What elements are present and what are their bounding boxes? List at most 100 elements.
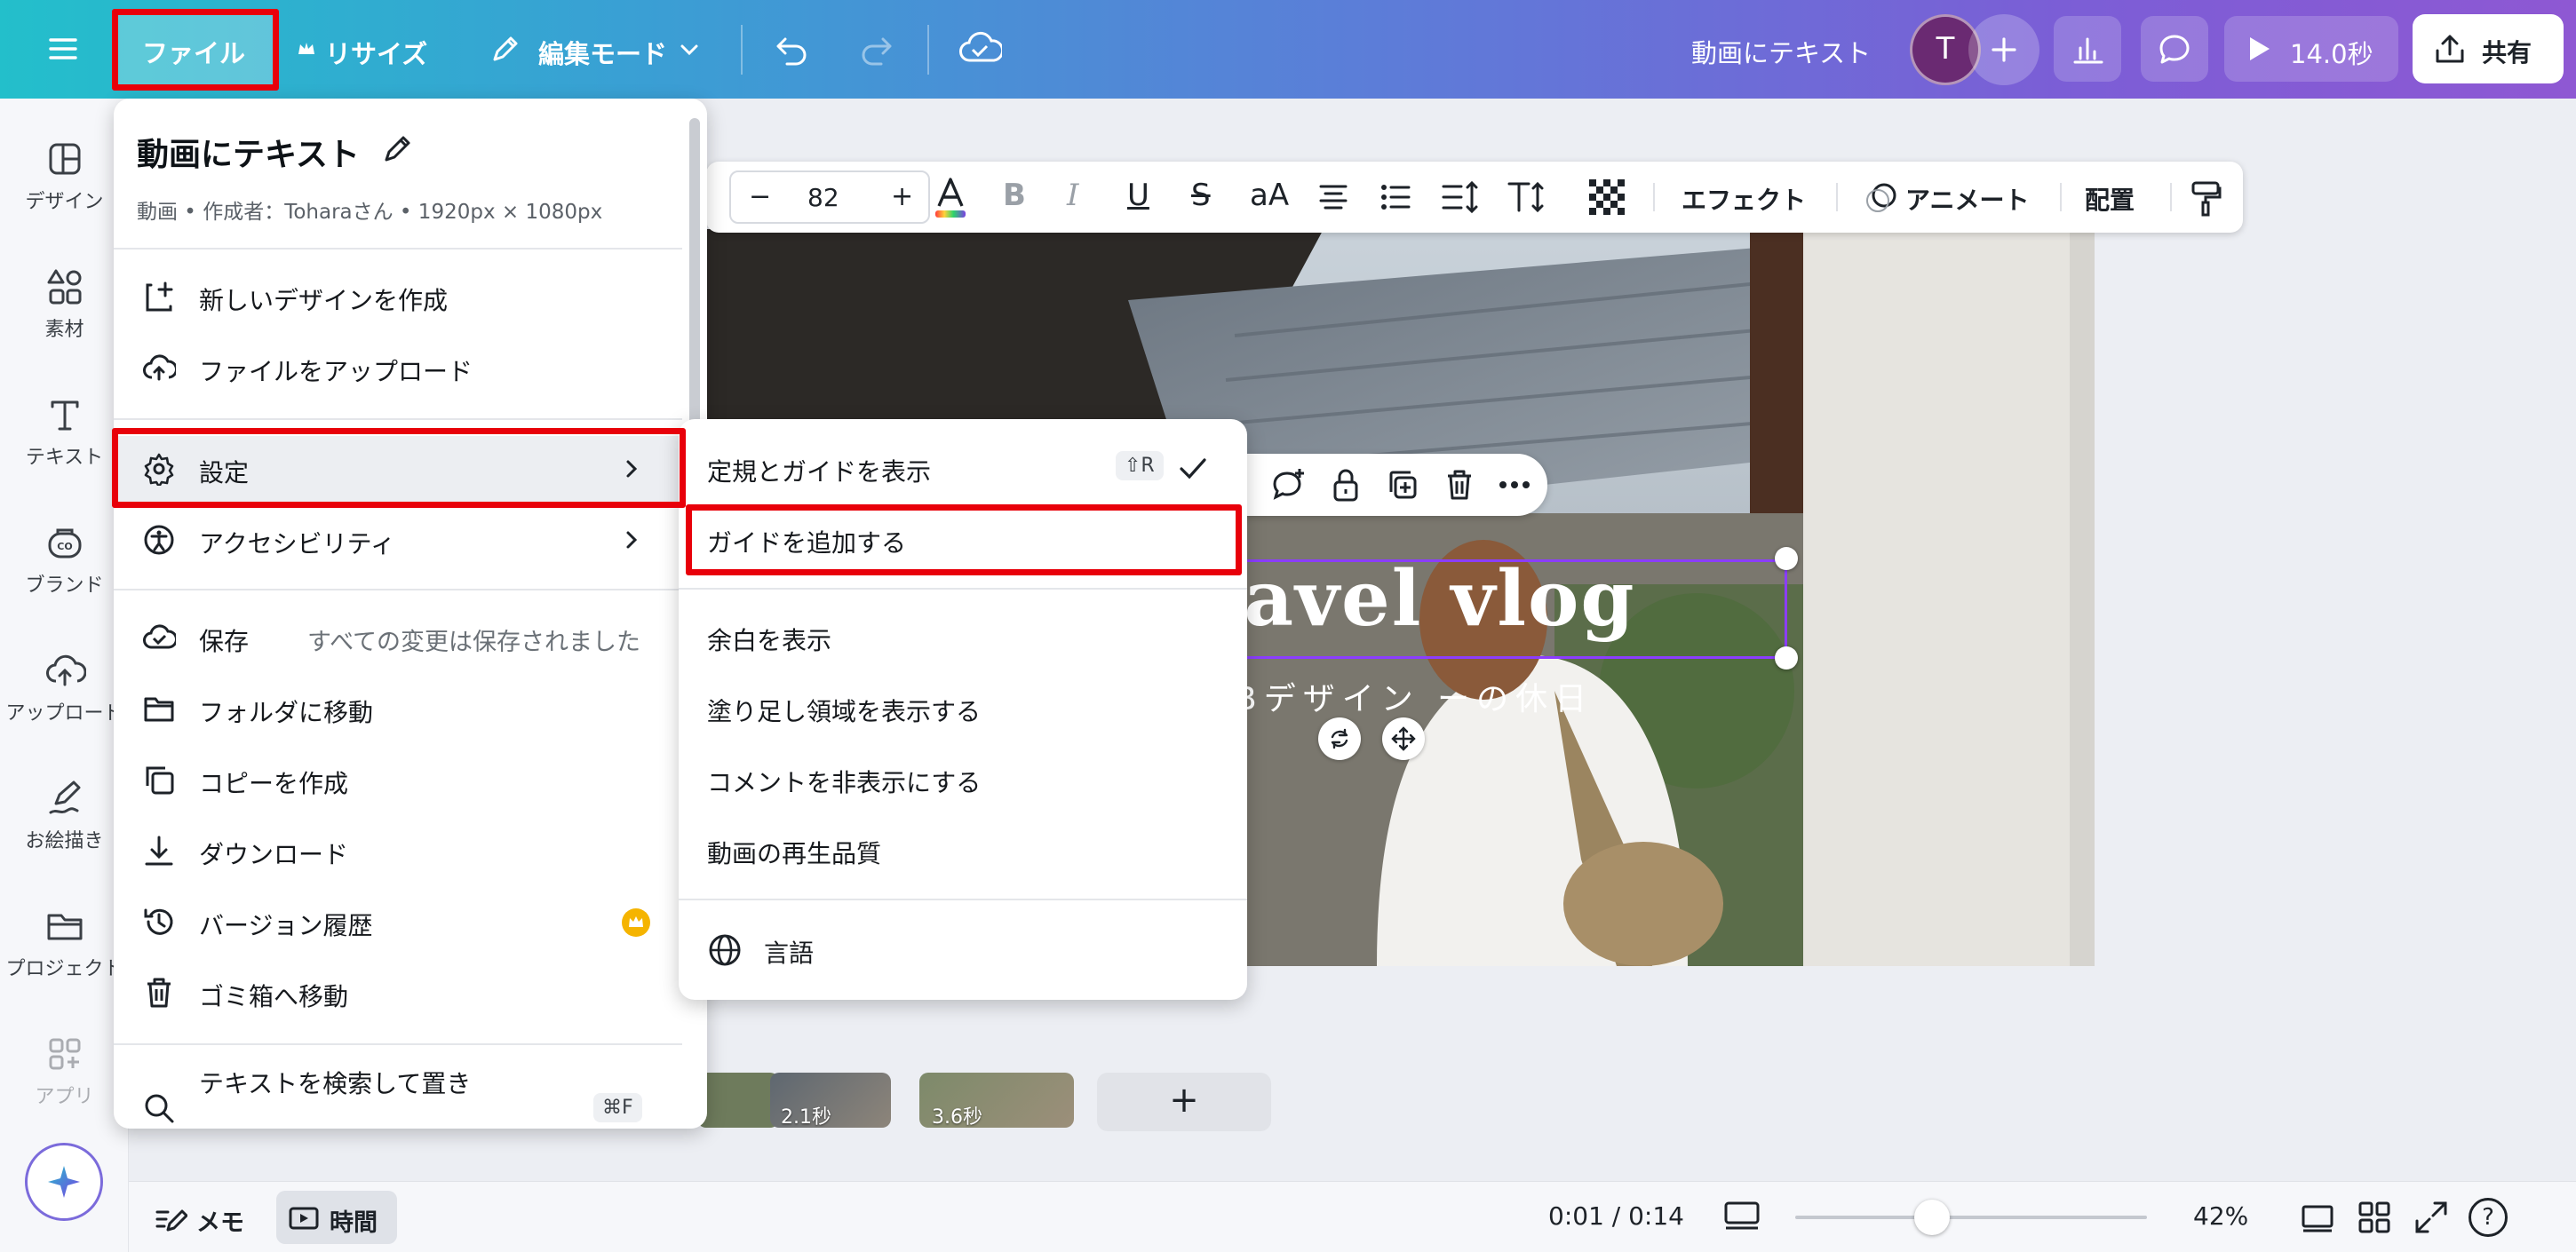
text-color-button[interactable] (928, 174, 973, 220)
rail-item-brand[interactable]: CO ブランド (0, 521, 129, 598)
trash-icon[interactable] (1441, 466, 1478, 503)
duplicate-icon[interactable] (1384, 466, 1421, 503)
menu-title: 動画にテキスト (137, 137, 360, 173)
menu-item-save[interactable]: 保存 すべての変更は保存されました (114, 605, 682, 670)
animate-button[interactable]: アニメート (1859, 170, 2046, 224)
font-size-increase-button[interactable]: + (891, 181, 913, 212)
rail-item-design[interactable]: デザイン (0, 138, 129, 214)
more-options-icon[interactable] (1496, 466, 1533, 503)
font-size-input[interactable]: 82 (807, 183, 839, 212)
rail-item-text[interactable]: テキスト (0, 393, 129, 470)
font-size-decrease-button[interactable]: − (749, 181, 771, 212)
share-button[interactable]: 共有 (2413, 14, 2564, 83)
magic-ai-button[interactable] (25, 1143, 103, 1221)
menu-item-label: テキストを検索して置き (199, 1069, 472, 1098)
rotate-handle[interactable] (1318, 717, 1361, 760)
submenu-item-language[interactable]: 言語 (679, 916, 1247, 982)
strikethrough-button[interactable]: S (1191, 178, 1211, 213)
menu-item-trash[interactable]: ゴミ箱へ移動 (114, 960, 682, 1026)
menu-item-new-design[interactable]: 新しいデザインを作成 (114, 264, 682, 329)
move-handle[interactable] (1382, 717, 1425, 760)
copy-style-icon[interactable] (2188, 179, 2223, 217)
align-center-icon[interactable] (1316, 179, 1351, 215)
folder-icon (44, 905, 86, 947)
submenu-item-show-bleed[interactable]: 塗り足し領域を表示する (679, 675, 1247, 741)
underline-button[interactable]: U (1127, 178, 1149, 213)
grid-view-icon[interactable] (2355, 1198, 2394, 1237)
menu-item-download[interactable]: ダウンロード (114, 818, 682, 884)
resize-handle[interactable] (1775, 547, 1798, 570)
pages-view-icon[interactable] (2298, 1198, 2337, 1237)
notes-pencil-icon (154, 1201, 187, 1235)
resize-button[interactable]: リサイズ (291, 16, 433, 82)
edit-mode-label: 編集モード (538, 39, 668, 69)
rename-pencil-icon[interactable] (380, 131, 416, 166)
edit-mode-button[interactable]: 編集モード (480, 16, 720, 82)
menu-item-upload-file[interactable]: ファイルをアップロード (114, 335, 682, 400)
timing-button[interactable]: 時間 (276, 1191, 397, 1244)
video-subheading-text[interactable]: Bデザイン ーの休日 (1235, 673, 1594, 719)
zoom-percentage[interactable]: 42% (2193, 1201, 2248, 1231)
menu-item-version-history[interactable]: バージョン履歴 (114, 889, 682, 955)
menu-item-move-folder[interactable]: フォルダに移動 (114, 676, 682, 741)
submenu-item-show-margins[interactable]: 余白を表示 (679, 604, 1247, 670)
resize-handle[interactable] (1775, 646, 1798, 670)
timeline-clip[interactable] (697, 1073, 779, 1128)
help-button[interactable]: ? (2469, 1198, 2508, 1237)
rail-item-draw[interactable]: お絵描き (0, 777, 129, 853)
submenu-item-playback-quality[interactable]: 動画の再生品質 (679, 817, 1247, 883)
fullscreen-icon[interactable] (2412, 1198, 2451, 1237)
lock-icon[interactable] (1327, 466, 1364, 503)
animate-circles-icon (1863, 181, 1900, 215)
menu-item-label: ファイルをアップロード (199, 357, 473, 386)
menu-item-make-copy[interactable]: コピーを作成 (114, 747, 682, 812)
rail-item-projects[interactable]: プロジェクト (0, 905, 129, 981)
download-icon (142, 834, 176, 868)
cloud-saved-icon[interactable] (958, 28, 1002, 69)
text-color-icon (928, 174, 973, 220)
play-button[interactable]: 14.0秒 (2224, 16, 2398, 82)
zoom-slider[interactable] (1795, 1216, 2147, 1219)
draw-pen-icon (44, 777, 86, 820)
transparency-icon[interactable] (1589, 179, 1625, 215)
submenu-item-rulers-guides[interactable]: 定規とガイドを表示 ⇧R (679, 435, 1247, 501)
chevron-down-icon (677, 37, 702, 62)
rail-label: ブランド (25, 574, 104, 597)
menu-item-label: コピーを作成 (199, 769, 349, 798)
effects-button[interactable]: エフェクト (1682, 181, 1806, 217)
rail-item-uploads[interactable]: アップロード (0, 649, 129, 725)
layout-toggle-icon[interactable] (1722, 1198, 1761, 1237)
rail-item-elements[interactable]: 素材 (0, 265, 129, 342)
menu-icon[interactable] (46, 32, 80, 66)
undo-icon[interactable] (773, 30, 812, 69)
add-comment-icon[interactable] (1270, 466, 1308, 503)
rail-label: テキスト (25, 447, 104, 469)
menu-scrollbar[interactable] (689, 118, 700, 456)
comments-button[interactable] (2141, 16, 2208, 82)
submenu-item-hide-comments[interactable]: コメントを非表示にする (679, 746, 1247, 812)
notes-button[interactable]: メモ (147, 1191, 267, 1244)
menu-item-find-replace[interactable]: テキストを検索して置き ⌘F (114, 1059, 682, 1125)
menu-item-accessibility[interactable]: アクセシビリティ (114, 507, 682, 573)
italic-button[interactable]: I (1067, 178, 1078, 213)
vertical-text-icon[interactable] (1506, 179, 1545, 215)
submenu-item-label: 動画の再生品質 (707, 839, 882, 868)
text-t-icon (44, 393, 86, 436)
timeline-clip[interactable]: 3.6秒 (919, 1073, 1074, 1128)
insights-button[interactable] (2054, 16, 2121, 82)
bullet-list-icon[interactable] (1378, 179, 1413, 215)
cloud-upload-icon (142, 351, 176, 384)
zoom-slider-thumb[interactable] (1914, 1200, 1951, 1235)
rail-label: アプリ (35, 1086, 94, 1108)
bold-button[interactable]: B (1003, 178, 1026, 213)
document-title[interactable]: 動画にテキスト (1691, 33, 1871, 70)
add-clip-button[interactable]: + (1097, 1073, 1271, 1131)
spacing-icon[interactable] (1440, 179, 1479, 215)
rail-item-apps[interactable]: アプリ (0, 1033, 129, 1109)
timeline-clip[interactable]: 2.1秒 (770, 1073, 891, 1128)
invite-button[interactable] (1968, 14, 2039, 85)
brand-icon: CO (44, 521, 86, 564)
position-button[interactable]: 配置 (2085, 181, 2135, 217)
letter-case-button[interactable]: aA (1250, 178, 1289, 213)
redo-icon[interactable] (856, 30, 895, 69)
